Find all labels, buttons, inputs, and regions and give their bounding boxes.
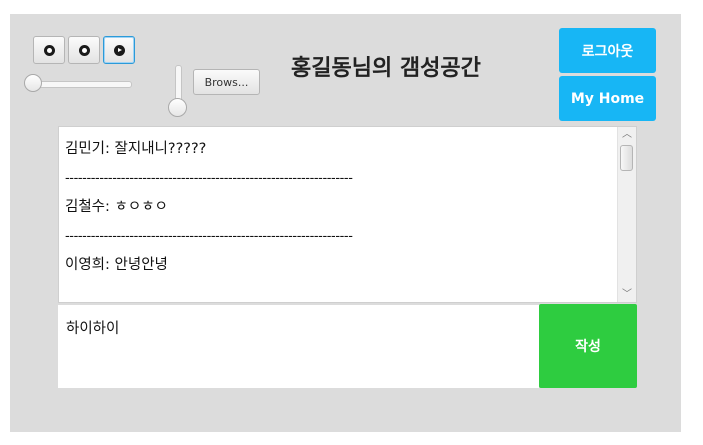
stop-button[interactable] <box>33 36 65 64</box>
stop-icon <box>43 44 55 56</box>
scrollbar-thumb[interactable] <box>620 145 633 171</box>
browse-button[interactable]: Brows... <box>193 69 260 95</box>
pause-button[interactable] <box>68 36 100 64</box>
chat-separator: ----------------------------------------… <box>65 229 353 244</box>
chat-message: 김민기: 잘지내니????? <box>65 141 207 157</box>
submit-button[interactable]: 작성 <box>539 304 637 388</box>
chat-log[interactable]: 김민기: 잘지내니????? -------------------------… <box>58 126 637 303</box>
play-icon <box>113 44 125 56</box>
pause-icon <box>78 44 90 56</box>
chat-content: 김민기: 잘지내니????? -------------------------… <box>65 135 490 280</box>
chat-separator: ----------------------------------------… <box>65 171 353 186</box>
chat-message: 김철수: ㅎㅇㅎㅇ <box>65 199 168 215</box>
progress-slider-track[interactable] <box>36 81 132 88</box>
play-button[interactable] <box>103 36 135 64</box>
chat-scrollbar[interactable]: ︿ ﹀ <box>617 127 636 302</box>
chat-message: 이영희: 안녕안녕 <box>65 257 168 273</box>
scroll-up-arrow-icon[interactable]: ︿ <box>622 130 632 140</box>
page-title: 홍길동님의 갬성공간 <box>291 56 481 81</box>
my-home-button[interactable]: My Home <box>559 76 656 121</box>
scroll-down-arrow-icon[interactable]: ﹀ <box>622 290 632 300</box>
logout-button[interactable]: 로그아웃 <box>559 28 656 73</box>
message-input[interactable]: 하이하이 <box>58 305 539 388</box>
progress-slider-thumb[interactable] <box>24 74 42 92</box>
volume-slider-thumb[interactable] <box>168 98 187 117</box>
media-controls <box>33 36 138 64</box>
